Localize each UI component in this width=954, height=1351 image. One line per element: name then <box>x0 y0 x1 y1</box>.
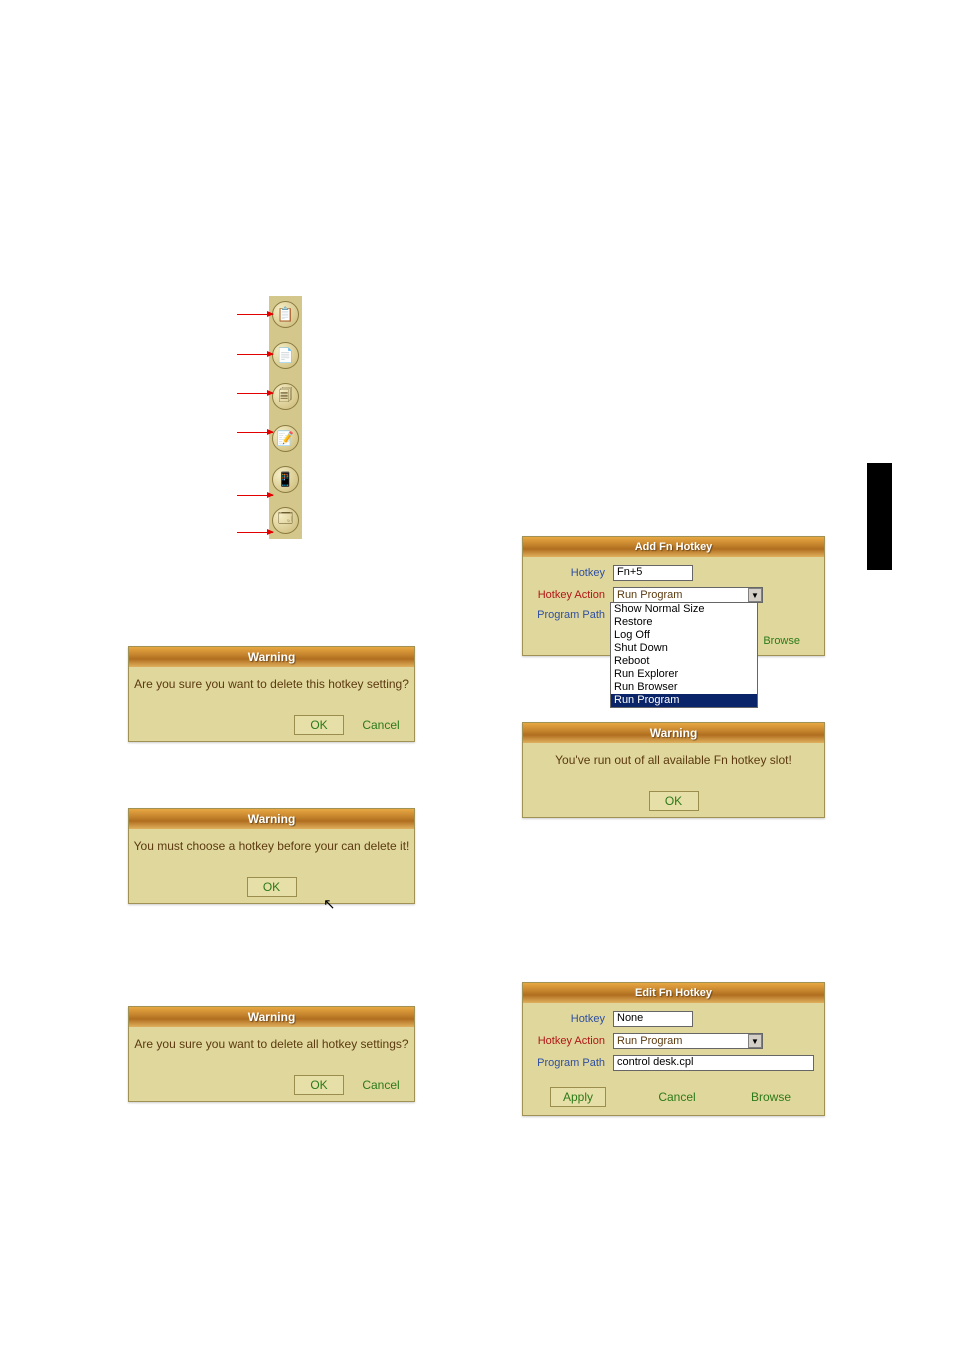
toolbar-strip: 📋 📄 🗐 📝 📱 🗔 <box>269 296 302 539</box>
cancel-button[interactable]: Cancel <box>654 1087 700 1107</box>
dialog-title: Add Fn Hotkey <box>523 537 824 557</box>
dropdown-item[interactable]: Shut Down <box>611 642 757 655</box>
dropdown-item[interactable]: Restore <box>611 616 757 629</box>
dropdown-item[interactable]: Reboot <box>611 655 757 668</box>
action-dropdown-value: Run Program <box>617 589 682 601</box>
warning-out-of-slots: Warning You've run out of all available … <box>522 722 825 818</box>
action-dropdown[interactable]: Run Program ▼ <box>613 587 763 603</box>
dialog-title: Edit Fn Hotkey <box>523 983 824 1003</box>
hotkey-label: Hotkey <box>533 1013 613 1025</box>
cancel-button[interactable]: Cancel <box>358 715 404 735</box>
warning-delete-one: Warning Are you sure you want to delete … <box>128 646 415 742</box>
ok-button[interactable]: OK <box>294 1075 344 1095</box>
ok-button[interactable]: OK <box>294 715 344 735</box>
dropdown-item-selected[interactable]: Run Program <box>611 694 757 707</box>
device-icon[interactable]: 📱 <box>272 466 299 493</box>
warning-delete-all: Warning Are you sure you want to delete … <box>128 1006 415 1102</box>
callout-line <box>237 495 273 496</box>
dropdown-item[interactable]: Log Off <box>611 629 757 642</box>
dropdown-item[interactable]: Show Normal Size <box>611 603 757 616</box>
clipboard-icon[interactable]: 📋 <box>272 301 299 328</box>
warning-choose-first: Warning You must choose a hotkey before … <box>128 808 415 904</box>
action-label: Hotkey Action <box>533 589 613 601</box>
browse-button[interactable]: Browse <box>763 635 800 647</box>
paste-icon[interactable]: 📄 <box>272 342 299 369</box>
dialog-title: Warning <box>523 723 824 743</box>
path-label: Program Path <box>533 609 613 621</box>
hotkey-input[interactable]: Fn+5 <box>613 565 693 581</box>
ok-button[interactable]: OK <box>247 877 297 897</box>
dialog-message: You've run out of all available Fn hotke… <box>523 743 824 791</box>
dialog-title: Warning <box>129 1007 414 1027</box>
callout-line <box>237 314 273 315</box>
chevron-down-icon[interactable]: ▼ <box>748 1034 762 1048</box>
dialog-message: Are you sure you want to delete all hotk… <box>129 1027 414 1075</box>
dialog-title: Warning <box>129 809 414 829</box>
path-input[interactable]: control desk.cpl <box>613 1055 814 1071</box>
dialog-message: Are you sure you want to delete this hot… <box>129 667 414 715</box>
dialog-title: Warning <box>129 647 414 667</box>
action-label: Hotkey Action <box>533 1035 613 1047</box>
action-dropdown-list[interactable]: Show Normal Size Restore Log Off Shut Do… <box>610 602 758 708</box>
action-dropdown-value: Run Program <box>617 1035 682 1047</box>
callout-line <box>237 532 273 533</box>
dialog-message: You must choose a hotkey before your can… <box>129 829 414 877</box>
edit-fn-hotkey-dialog: Edit Fn Hotkey Hotkey None Hotkey Action… <box>522 982 825 1116</box>
chevron-down-icon[interactable]: ▼ <box>748 588 762 602</box>
section-tab <box>867 463 892 570</box>
callout-line <box>237 354 273 355</box>
path-label: Program Path <box>533 1057 613 1069</box>
dropdown-item[interactable]: Run Explorer <box>611 668 757 681</box>
dropdown-item[interactable]: Run Browser <box>611 681 757 694</box>
callout-line <box>237 393 273 394</box>
note-icon[interactable]: 📝 <box>272 425 299 452</box>
copy-icon[interactable]: 🗐 <box>272 383 299 410</box>
hotkey-input[interactable]: None <box>613 1011 693 1027</box>
hotkey-label: Hotkey <box>533 567 613 579</box>
grid-icon[interactable]: 🗔 <box>272 507 299 534</box>
action-dropdown[interactable]: Run Program ▼ <box>613 1033 763 1049</box>
ok-button[interactable]: OK <box>649 791 699 811</box>
callout-line <box>237 432 273 433</box>
browse-button[interactable]: Browse <box>748 1087 794 1107</box>
cancel-button[interactable]: Cancel <box>358 1075 404 1095</box>
apply-button[interactable]: Apply <box>550 1087 606 1107</box>
